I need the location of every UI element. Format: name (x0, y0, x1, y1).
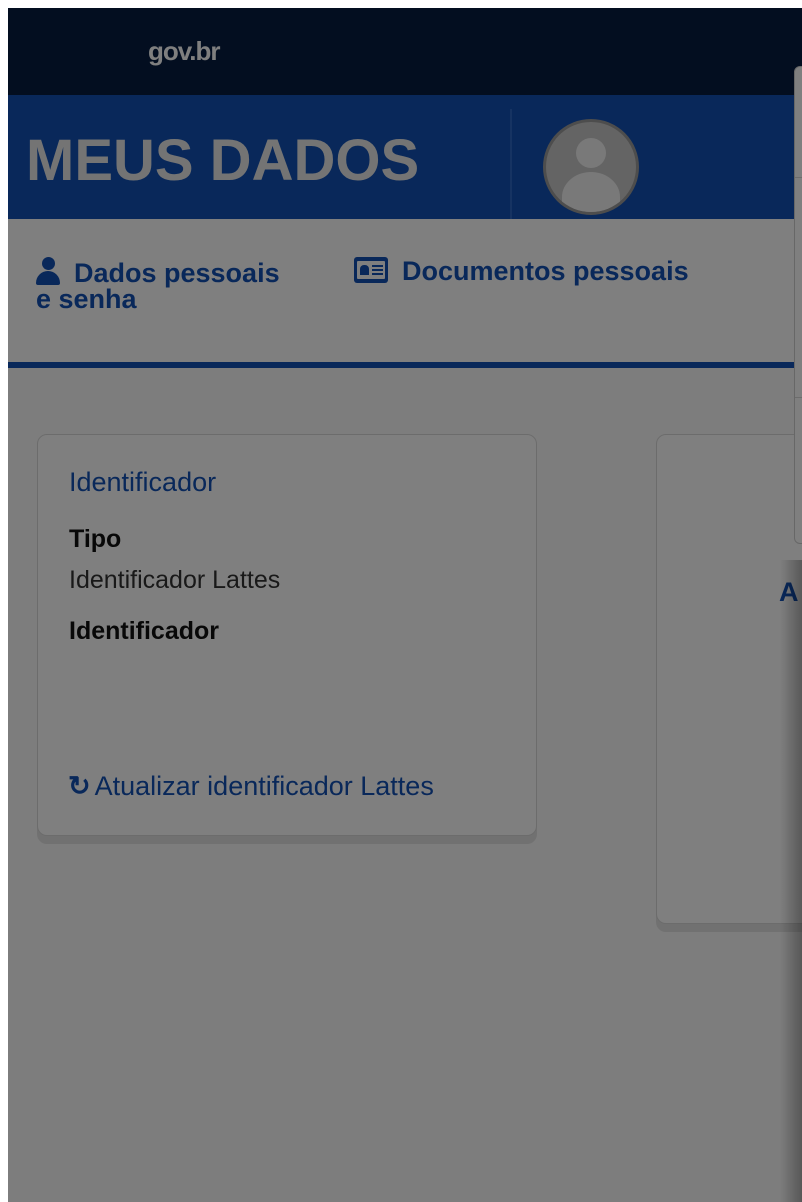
window-left-edge (0, 0, 8, 1202)
modal-backdrop[interactable] (0, 0, 802, 1202)
window-top-edge (0, 0, 802, 8)
backdrop-shadow-edge (780, 560, 802, 1202)
page: gov.br MEUS DADOS Dados pessoais e senha… (0, 0, 802, 1202)
